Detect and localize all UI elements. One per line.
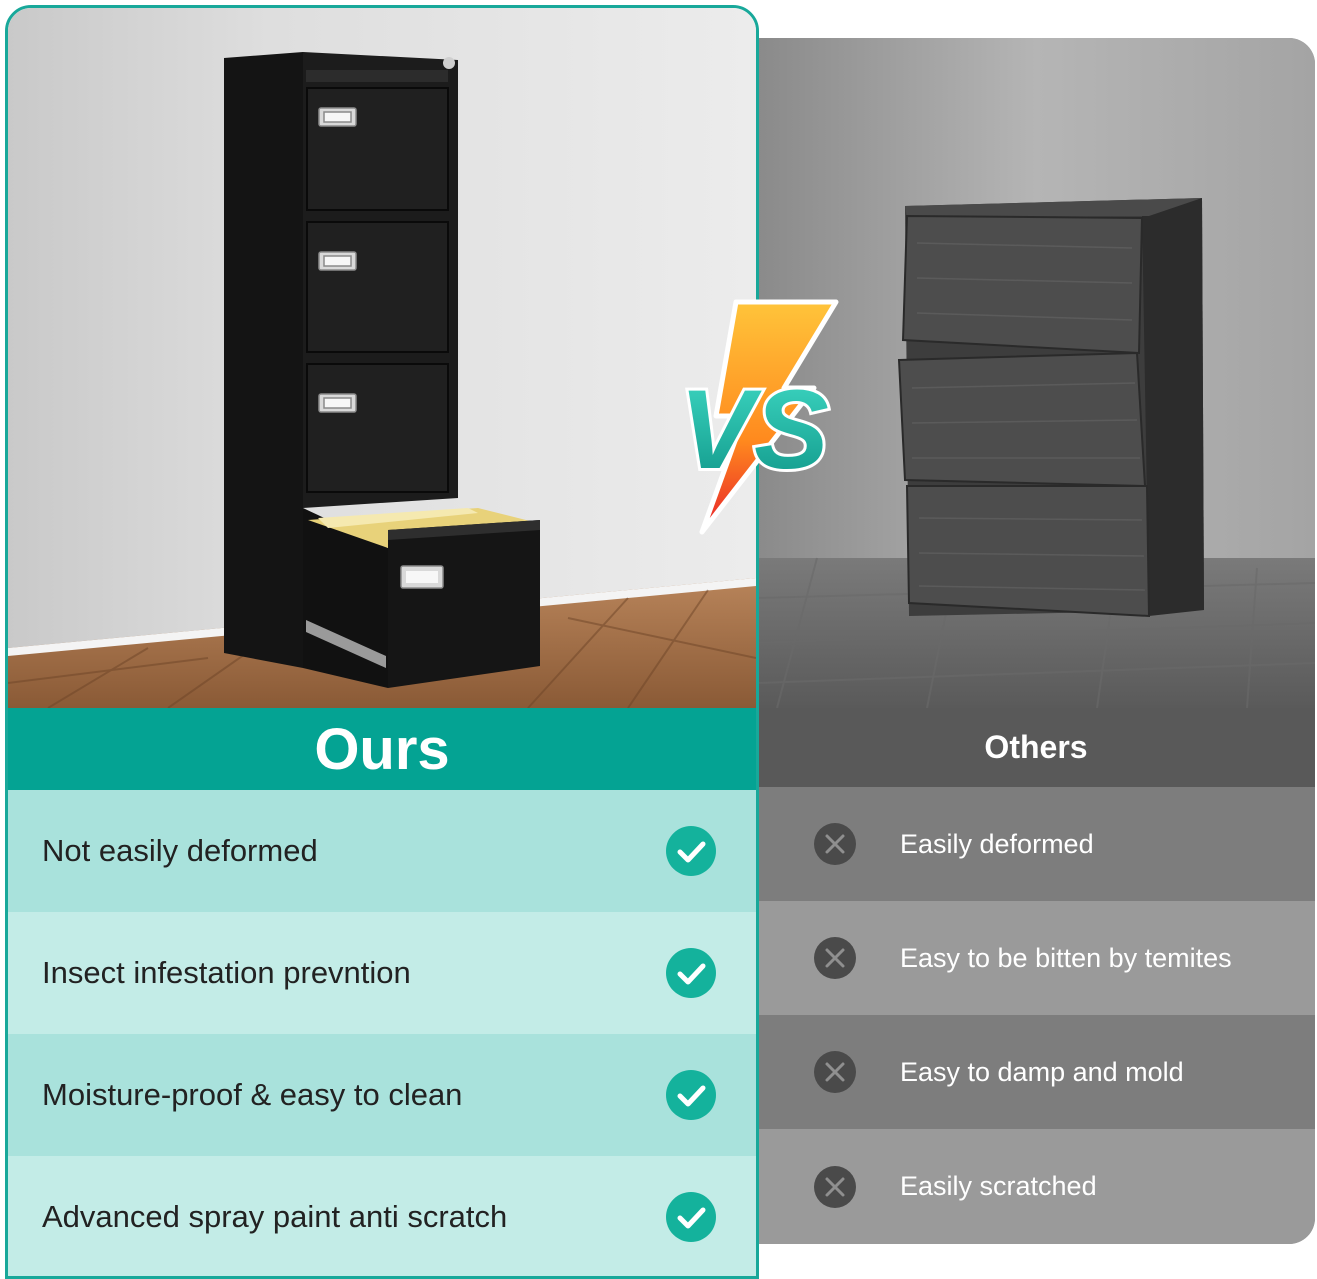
- check-circle-icon: [666, 826, 716, 876]
- ours-feature-label: Advanced spray paint anti scratch: [42, 1199, 508, 1234]
- metal-filing-cabinet-photo: [8, 8, 756, 708]
- x-circle-icon: [814, 937, 856, 979]
- x-circle-icon: [814, 823, 856, 865]
- others-feature-label: Easily deformed: [900, 828, 1094, 859]
- others-feature-row: Easy to damp and mold: [757, 1015, 1315, 1129]
- others-header: Others: [757, 708, 1315, 787]
- ours-feature-row: Not easily deformed: [8, 790, 756, 912]
- ours-panel: Ours Not easily deformed Insect infestat…: [5, 5, 759, 1279]
- x-circle-icon: [814, 1165, 856, 1208]
- others-feature-label: Easy to be bitten by temites: [900, 942, 1232, 973]
- x-circle-icon: [814, 1051, 856, 1093]
- others-feature-row: Easy to be bitten by temites: [757, 901, 1315, 1015]
- ours-feature-row: Insect infestation prevntion: [8, 912, 756, 1034]
- ours-feature-row: Advanced spray paint anti scratch: [8, 1156, 756, 1276]
- ours-header: Ours: [8, 708, 756, 790]
- ours-feature-label: Not easily deformed: [42, 833, 318, 868]
- check-circle-icon: [666, 1070, 716, 1120]
- vs-badge: VS: [676, 299, 839, 535]
- ours-feature-label: Insect infestation prevntion: [42, 955, 411, 990]
- ours-feature-row: Moisture-proof & easy to clean: [8, 1034, 756, 1156]
- others-panel: Others Easily deformed Easy to be bitten…: [757, 38, 1315, 1244]
- vs-label: VS: [679, 367, 828, 492]
- others-feature-label: Easily scratched: [900, 1171, 1097, 1201]
- ours-feature-label: Moisture-proof & easy to clean: [42, 1077, 463, 1112]
- others-feature-row: Easily scratched: [757, 1129, 1315, 1244]
- check-circle-icon: [666, 948, 716, 998]
- check-circle-icon: [666, 1192, 716, 1242]
- others-feature-row: Easily deformed: [757, 787, 1315, 901]
- others-feature-label: Easy to damp and mold: [900, 1056, 1184, 1087]
